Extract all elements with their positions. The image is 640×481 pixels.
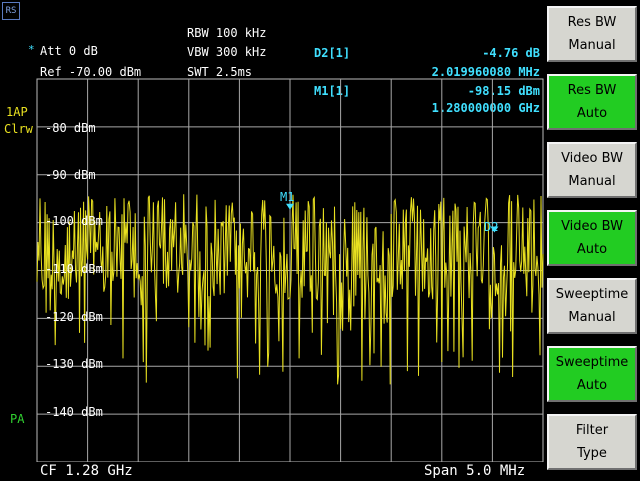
filter-type-softkey[interactable]: Filter Type xyxy=(547,414,637,470)
softkey-label: Res BW xyxy=(567,83,617,98)
sweeptime-manual-softkey[interactable]: Sweeptime Manual xyxy=(547,278,637,334)
softkey-label: Sweeptime xyxy=(555,287,629,302)
softkey-label: Auto xyxy=(576,242,608,257)
softkey-label: Res BW xyxy=(567,15,617,30)
y-tick-label: -120 dBm xyxy=(45,310,103,324)
res-bw-manual-softkey[interactable]: Res BW Manual xyxy=(547,6,637,62)
softkey-label: Manual xyxy=(568,310,616,325)
y-tick-label: -110 dBm xyxy=(45,262,103,276)
center-frequency-label: CF 1.28 GHz xyxy=(40,463,133,479)
video-bw-manual-softkey[interactable]: Video BW Manual xyxy=(547,142,637,198)
y-tick-label: -140 dBm xyxy=(45,405,103,419)
softkey-label: Sweeptime xyxy=(555,355,629,370)
softkey-label: Manual xyxy=(568,174,616,189)
softkey-label: Video BW xyxy=(561,151,623,166)
softkey-label: Filter xyxy=(575,423,609,438)
marker-m1-tag: M1 xyxy=(280,190,294,204)
softkey-label: Video BW xyxy=(561,219,623,234)
sweeptime-auto-softkey[interactable]: Sweeptime Auto xyxy=(547,346,637,402)
softkey-label: Auto xyxy=(576,378,608,393)
softkey-label: Manual xyxy=(568,38,616,53)
spectrum-plot[interactable]: M1 D2 xyxy=(0,0,545,462)
marker-d2-tag: D2 xyxy=(484,220,498,234)
y-tick-label: -90 dBm xyxy=(45,168,96,182)
y-tick-label: -130 dBm xyxy=(45,357,103,371)
y-tick-label: -100 dBm xyxy=(45,214,103,228)
video-bw-auto-softkey[interactable]: Video BW Auto xyxy=(547,210,637,266)
softkey-label: Type xyxy=(577,446,607,461)
y-tick-label: -80 dBm xyxy=(45,121,96,135)
span-label: Span 5.0 MHz xyxy=(424,463,526,479)
softkey-label: Auto xyxy=(576,106,608,121)
res-bw-auto-softkey[interactable]: Res BW Auto xyxy=(547,74,637,130)
